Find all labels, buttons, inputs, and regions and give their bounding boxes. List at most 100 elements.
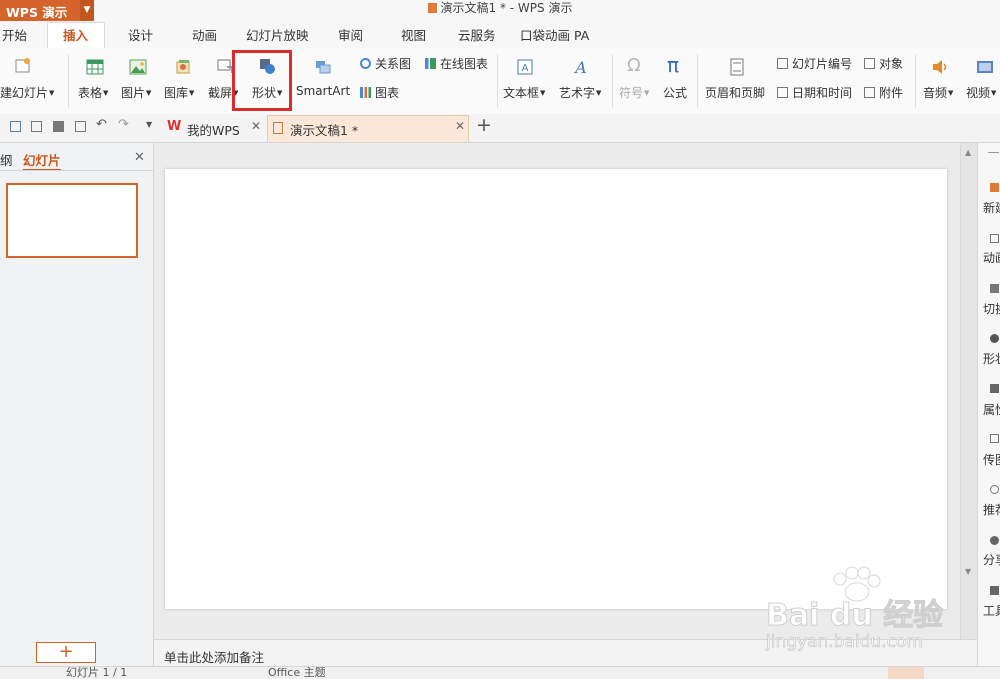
formula-button[interactable]: 公式 (663, 84, 687, 101)
doc-tab-presentation[interactable]: 演示文稿1 * ✕ (267, 115, 469, 142)
picture-label: 图片 (121, 86, 146, 100)
tab-cloud-service[interactable]: 云服务 (458, 22, 496, 48)
transition-icon (990, 284, 999, 293)
new-slide-label: 建幻灯片 (0, 86, 49, 100)
relation-chart-button[interactable]: 关系图 (360, 55, 411, 72)
sidebar-menu-icon[interactable] (988, 152, 999, 153)
tab-view[interactable]: 视图 (401, 22, 426, 48)
header-footer-button[interactable]: 页眉和页脚 (705, 84, 765, 101)
add-slide-button[interactable]: + (36, 642, 96, 663)
object-button[interactable]: 对象 (864, 55, 903, 72)
slide-thumbnail[interactable] (6, 183, 138, 258)
slide-number-button[interactable]: 幻灯片编号 (777, 55, 852, 72)
scroll-down-icon[interactable]: ▼ (965, 567, 971, 576)
share-icon (990, 536, 999, 545)
tab-animation[interactable]: 动画 (192, 22, 217, 48)
tab-design[interactable]: 设计 (128, 22, 153, 48)
online-chart-button[interactable]: 在线图表 (425, 55, 488, 72)
slide-number-icon (777, 58, 788, 69)
normal-view-button[interactable] (888, 667, 924, 679)
ribbon-separator (68, 54, 69, 108)
object-icon (864, 58, 875, 69)
gallery-label: 图库 (164, 86, 189, 100)
relation-chart-icon (360, 58, 371, 69)
undo-icon[interactable]: ↶ (96, 117, 107, 132)
chart-button[interactable]: 图表 (360, 84, 399, 101)
tab-insert[interactable]: 插入 (63, 22, 88, 48)
online-chart-icon (425, 58, 436, 69)
screenshot-label: 截屏 (208, 86, 233, 100)
wordart-button[interactable]: 艺术字▼ (559, 84, 601, 101)
sidebar-item-transition[interactable]: 切换 (983, 300, 1000, 317)
audio-button[interactable]: 音频▼ (923, 84, 953, 101)
print-icon[interactable] (53, 121, 64, 132)
doc-tab-label: 我的WPS (187, 123, 240, 138)
attachment-button[interactable]: 附件 (864, 84, 903, 101)
date-time-button[interactable]: 日期和时间 (777, 84, 852, 101)
tab-home[interactable]: 开始 (2, 22, 27, 48)
sidebar-item-share[interactable]: 分享 (983, 551, 1000, 568)
gallery-button[interactable]: 图库▼ (164, 84, 194, 101)
textbox-label: 文本框 (503, 86, 540, 100)
tab-slideshow[interactable]: 幻灯片放映 (246, 22, 309, 48)
video-icon (977, 61, 993, 73)
print-preview-icon[interactable] (75, 121, 86, 132)
chart-label: 图表 (375, 86, 400, 100)
table-button[interactable]: 表格▼ (78, 84, 108, 101)
textbox-button[interactable]: 文本框▼ (503, 84, 545, 101)
smartart-icon (316, 61, 331, 74)
export-pdf-icon[interactable] (31, 121, 42, 132)
close-icon[interactable]: ✕ (251, 119, 261, 133)
slide-number-label: 幻灯片编号 (792, 57, 853, 71)
wordart-label: 艺术字 (559, 86, 596, 100)
sidebar-item-new[interactable]: 新建 (983, 199, 1000, 216)
wordart-icon: A (573, 58, 587, 76)
outline-tab[interactable]: 纲 (0, 150, 13, 169)
attachment-label: 附件 (879, 86, 904, 100)
sidebar-item-upload-picture[interactable]: 传图 (983, 451, 1000, 468)
save-icon[interactable] (10, 121, 21, 132)
doc-tab-my-wps[interactable]: W 我的WPS ✕ (165, 116, 265, 140)
quick-access-dropdown-icon[interactable]: ▼ (146, 120, 152, 129)
tab-pocket-animation[interactable]: 口袋动画 PA (520, 22, 589, 48)
new-icon (990, 183, 999, 192)
close-icon[interactable]: ✕ (455, 119, 465, 133)
slide-canvas[interactable] (165, 169, 947, 609)
upload-picture-icon (990, 434, 999, 443)
object-label: 对象 (879, 57, 904, 71)
sidebar-item-shape[interactable]: 形状 (983, 350, 1000, 367)
slides-tab[interactable]: 幻灯片 (23, 150, 61, 171)
app-name: WPS 演示 (6, 5, 68, 20)
slide-counter: 幻灯片 1 / 1 (66, 666, 128, 679)
video-label: 视频 (966, 86, 991, 100)
sidebar-item-recommend[interactable]: 推荐 (983, 501, 1000, 518)
close-panel-icon[interactable]: ✕ (134, 150, 145, 165)
window-title-text: 演示文稿1 * - WPS 演示 (440, 1, 573, 15)
doc-tab-label: 演示文稿1 * (290, 123, 359, 138)
picture-button[interactable]: 图片▼ (121, 84, 151, 101)
sidebar-item-properties[interactable]: 属性 (983, 401, 1000, 418)
theme-name: Office 主题 (268, 666, 326, 679)
sidebar-item-tools[interactable]: 工具 (983, 602, 1000, 619)
sidebar-item-animation[interactable]: 动画 (983, 249, 1000, 266)
scroll-up-icon[interactable]: ▲ (965, 148, 971, 157)
new-slide-button[interactable]: 建幻灯片▼ (0, 84, 54, 101)
symbol-label: 符号 (619, 86, 644, 100)
textbox-icon: A (517, 59, 533, 75)
app-menu-dropdown-icon[interactable]: ▼ (80, 0, 94, 21)
new-tab-plus-icon[interactable]: + (476, 114, 492, 136)
table-label: 表格 (78, 86, 103, 100)
watermark-brand: Bai du 经验 (765, 598, 944, 634)
date-time-label: 日期和时间 (792, 86, 853, 100)
status-bar: 幻灯片 1 / 1 Office 主题 (0, 666, 1000, 679)
redo-icon[interactable]: ↷ (118, 117, 129, 132)
smartart-button[interactable]: SmartArt (296, 84, 350, 98)
watermark-url: jingyan.baidu.com (766, 632, 923, 653)
symbol-button[interactable]: 符号▼ (619, 84, 649, 101)
app-menu-button[interactable]: WPS 演示 ▼ (0, 0, 94, 21)
toolbox-icon (990, 586, 999, 595)
video-button[interactable]: 视频▼ (966, 84, 996, 101)
calendar-icon (777, 87, 788, 98)
tab-review[interactable]: 审阅 (338, 22, 363, 48)
vertical-scrollbar[interactable]: ▲ ▼ (960, 143, 978, 639)
